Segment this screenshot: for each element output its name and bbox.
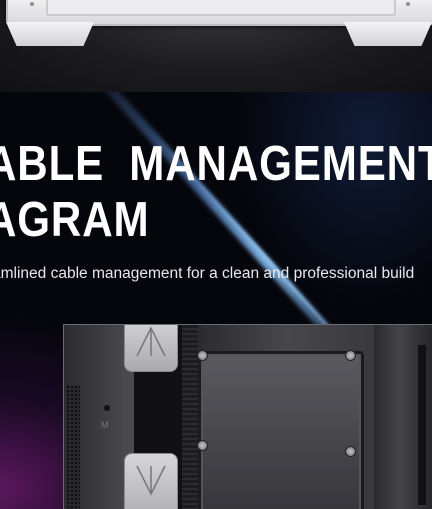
rail-cutout (418, 345, 426, 505)
case-top-bezel (46, 0, 396, 16)
mesh-vent (66, 385, 80, 509)
bolt-icon (197, 440, 208, 451)
cable-grommet-bottom (124, 453, 178, 509)
led-indicator (104, 405, 110, 411)
cable-grommet-top (124, 325, 178, 372)
bolt-icon (345, 446, 356, 457)
case-rear-rail (374, 325, 432, 509)
case-foot-right (344, 22, 432, 46)
screw-icon (30, 2, 34, 6)
cable-management-interior-photo: M (63, 324, 432, 509)
case-top-image (0, 0, 432, 92)
motherboard-tray-plate (197, 350, 364, 509)
grommet-slit-icon (136, 465, 166, 496)
bolt-icon (197, 350, 208, 361)
front-panel: M (64, 325, 122, 509)
hero-title-line1: ABLE MANAGEMENT (0, 137, 432, 191)
screw-icon (406, 2, 410, 6)
cable-tie-strip (182, 325, 198, 509)
grommet-slit-icon (136, 326, 166, 357)
case-foot-left (6, 22, 94, 46)
hero-title: ABLE MANAGEMENT AGRAM (0, 136, 432, 248)
cable-management-hero: ABLE MANAGEMENT AGRAM amlined cable mana… (0, 92, 432, 509)
bolt-icon (345, 350, 356, 361)
hero-subtitle: amlined cable management for a clean and… (0, 265, 415, 282)
panel-marking: M (101, 420, 109, 430)
hero-title-line2: AGRAM (0, 193, 150, 247)
